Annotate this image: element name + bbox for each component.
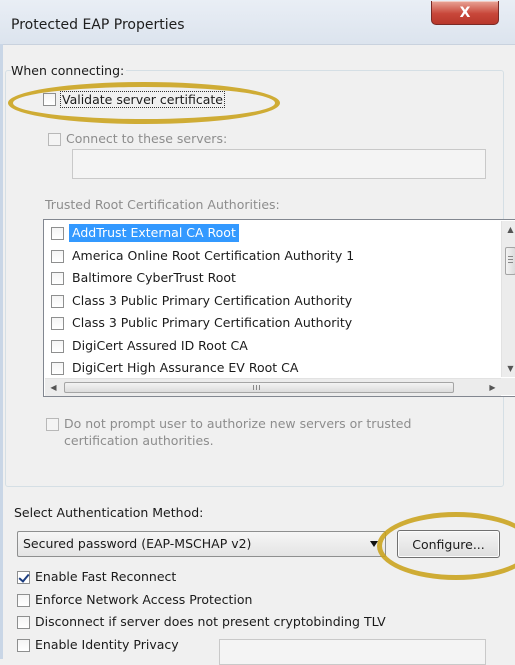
scroll-right-icon[interactable]: ▶ xyxy=(484,379,501,396)
no-prompt-checkbox[interactable] xyxy=(46,418,59,431)
option-label[interactable]: Enforce Network Access Protection xyxy=(35,592,252,607)
window-title: Protected EAP Properties xyxy=(11,17,185,33)
close-icon: X xyxy=(459,4,471,21)
authority-item[interactable]: Class 3 Public Primary Certification Aut… xyxy=(47,290,457,312)
authority-checkbox[interactable] xyxy=(51,227,64,240)
when-connecting-heading: When connecting: xyxy=(11,63,127,78)
option-label[interactable]: Disconnect if server does not present cr… xyxy=(35,614,386,629)
identity-privacy-input[interactable] xyxy=(219,639,486,665)
vertical-scrollbar[interactable]: ▲ ▼ xyxy=(501,221,515,377)
authority-item[interactable]: America Online Root Certification Author… xyxy=(47,245,457,267)
no-prompt-line2: certification authorities. xyxy=(64,433,214,448)
option-checkbox[interactable] xyxy=(17,639,30,652)
authority-label: Class 3 Public Primary Certification Aut… xyxy=(72,315,353,330)
connect-servers-label: Connect to these servers: xyxy=(66,131,228,146)
checkbox-box xyxy=(17,616,30,629)
scroll-down-icon[interactable]: ▼ xyxy=(502,360,515,377)
checkbox-box xyxy=(17,594,30,607)
authority-label: DigiCert High Assurance EV Root CA xyxy=(72,360,299,375)
scroll-up-icon[interactable]: ▲ xyxy=(502,221,515,238)
scroll-thumb-horizontal[interactable] xyxy=(64,382,454,393)
dropdown-arrow-icon xyxy=(370,541,378,547)
authority-checkbox[interactable] xyxy=(51,272,64,285)
authority-checkbox[interactable] xyxy=(51,317,64,330)
scrollbar-corner xyxy=(501,378,515,395)
configure-label: Configure... xyxy=(412,536,485,552)
close-button[interactable]: X xyxy=(431,1,499,25)
checkbox-box xyxy=(46,418,59,431)
validate-cert-checkbox[interactable] xyxy=(43,93,56,106)
connect-servers-checkbox[interactable] xyxy=(48,133,61,146)
checkbox-box xyxy=(43,93,56,106)
authority-label: Class 3 Public Primary Certification Aut… xyxy=(72,292,353,308)
authority-item[interactable]: AddTrust External CA Root xyxy=(47,222,457,244)
option-checkbox[interactable] xyxy=(17,616,30,629)
option-label[interactable]: Enable Identity Privacy xyxy=(35,637,179,652)
authority-label: Baltimore CyberTrust Root xyxy=(72,270,236,285)
authority-item[interactable]: DigiCert High Assurance EV Root CA xyxy=(47,357,457,379)
authority-item[interactable]: Class 3 Public Primary Certification Aut… xyxy=(47,312,457,334)
no-prompt-line1: Do not prompt user to authorize new serv… xyxy=(64,416,412,431)
authority-checkbox[interactable] xyxy=(51,249,64,263)
authority-label: AddTrust External CA Root xyxy=(69,224,239,242)
option-checkbox[interactable] xyxy=(17,594,30,607)
scroll-left-icon[interactable]: ◀ xyxy=(45,379,62,396)
auth-method-value: Secured password (EAP-MSCHAP v2) xyxy=(23,536,252,551)
checkbox-box xyxy=(48,133,61,146)
option-checkbox[interactable] xyxy=(17,571,30,584)
servers-input[interactable] xyxy=(72,149,486,179)
horizontal-scrollbar[interactable]: ◀ ▶ xyxy=(45,378,501,396)
authorities-list[interactable]: AddTrust External CA Root America Online … xyxy=(43,219,515,397)
trusted-root-heading: Trusted Root Certification Authorities: xyxy=(45,197,280,212)
authority-item[interactable]: Baltimore CyberTrust Root xyxy=(47,267,457,289)
authority-label: DigiCert Assured ID Root CA xyxy=(72,337,248,353)
authority-checkbox[interactable] xyxy=(51,294,64,308)
authority-item[interactable]: DigiCert Assured ID Root CA xyxy=(47,335,457,357)
auth-method-heading: Select Authentication Method: xyxy=(14,505,204,520)
validate-cert-label[interactable]: Validate server certificate xyxy=(60,91,225,108)
authority-checkbox[interactable] xyxy=(51,339,64,353)
checkbox-box xyxy=(17,639,30,652)
authority-label: America Online Root Certification Author… xyxy=(72,247,355,263)
option-label[interactable]: Enable Fast Reconnect xyxy=(35,569,176,584)
authority-checkbox[interactable] xyxy=(51,362,64,375)
window-frame-edge xyxy=(0,44,3,659)
auth-method-select[interactable]: Secured password (EAP-MSCHAP v2) xyxy=(17,531,386,557)
scroll-thumb[interactable] xyxy=(505,247,515,275)
configure-button[interactable]: Configure... xyxy=(397,530,500,558)
checkmark-icon xyxy=(17,571,30,584)
